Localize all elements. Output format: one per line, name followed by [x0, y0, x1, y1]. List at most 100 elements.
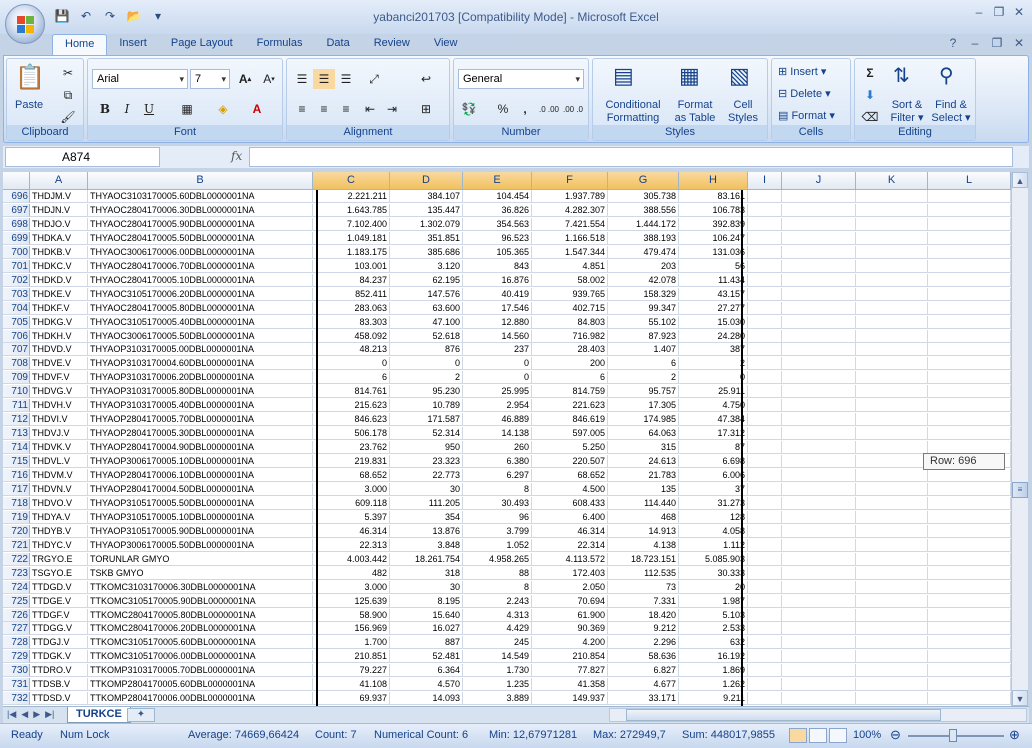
- binoculars-icon[interactable]: ⚲: [939, 63, 954, 88]
- align-bottom-icon[interactable]: ☰: [335, 69, 357, 89]
- cell-a[interactable]: TTDGJ.V: [30, 636, 88, 650]
- cell-a[interactable]: THDKE.V: [30, 287, 88, 301]
- cell-d[interactable]: 52.314: [390, 427, 463, 441]
- cell-g[interactable]: 1.407: [608, 343, 679, 357]
- cell-a[interactable]: THDKC.V: [30, 259, 88, 273]
- row-header[interactable]: 725: [3, 594, 30, 608]
- cell-f[interactable]: 58.002: [532, 273, 608, 287]
- cell-a[interactable]: THDKA.V: [30, 231, 88, 245]
- cell-b[interactable]: TTKOMC3105170005.90DBL0000001NA: [88, 594, 313, 608]
- tab-view[interactable]: View: [422, 34, 470, 56]
- cell-i[interactable]: [748, 217, 782, 231]
- cell-g[interactable]: 95.757: [608, 385, 679, 399]
- cell-e[interactable]: 14.549: [463, 650, 532, 664]
- cell-a[interactable]: TTDRO.V: [30, 664, 88, 678]
- cell-f[interactable]: 41.358: [532, 678, 608, 692]
- fill-icon[interactable]: ⬇: [859, 85, 881, 105]
- cell-l[interactable]: [928, 566, 1011, 580]
- cell-e[interactable]: 12.880: [463, 315, 532, 329]
- cell-k[interactable]: [856, 650, 928, 664]
- row-header[interactable]: 706: [3, 329, 30, 343]
- paste-icon[interactable]: 📋: [15, 63, 45, 95]
- cell-i[interactable]: [748, 399, 782, 413]
- format-as-table-icon[interactable]: ▦: [679, 63, 709, 91]
- cell-f[interactable]: 4.282.307: [532, 203, 608, 217]
- cell-b[interactable]: THYAOP2804170005.30DBL0000001NA: [88, 427, 313, 441]
- cell-e[interactable]: 260: [463, 441, 532, 455]
- column-header-f[interactable]: F: [532, 172, 608, 190]
- cell-a[interactable]: THDYA.V: [30, 510, 88, 524]
- cell-h[interactable]: 24.280: [679, 329, 748, 343]
- cell-g[interactable]: 315: [608, 441, 679, 455]
- cell-a[interactable]: THDKF.V: [30, 301, 88, 315]
- cell-g[interactable]: 4.677: [608, 678, 679, 692]
- cell-c[interactable]: 83.303: [313, 315, 390, 329]
- close-button[interactable]: ✕: [1012, 5, 1026, 19]
- cell-a[interactable]: THDVG.V: [30, 385, 88, 399]
- cell-k[interactable]: [856, 427, 928, 441]
- cell-g[interactable]: 2.296: [608, 636, 679, 650]
- vertical-scrollbar[interactable]: ▲ ≡ ▼: [1011, 172, 1028, 706]
- insert-sheet-icon[interactable]: ✦: [127, 708, 155, 722]
- row-header[interactable]: 697: [3, 203, 30, 217]
- cell-f[interactable]: 4.200: [532, 636, 608, 650]
- cell-f[interactable]: 2.050: [532, 580, 608, 594]
- cell-i[interactable]: [748, 371, 782, 385]
- cell-c[interactable]: 46.314: [313, 524, 390, 538]
- sheet-tab-turkce[interactable]: TURKCE: [67, 707, 131, 723]
- format-painter-icon[interactable]: 🖌: [57, 107, 79, 127]
- cell-l[interactable]: [928, 203, 1011, 217]
- cell-j[interactable]: [782, 566, 856, 580]
- minimize-button[interactable]: –: [972, 5, 986, 19]
- cell-e[interactable]: 0: [463, 371, 532, 385]
- cell-b[interactable]: TTKOMC3105170005.60DBL0000001NA: [88, 636, 313, 650]
- cell-j[interactable]: [782, 650, 856, 664]
- cell-b[interactable]: THYAOP3103170004.60DBL0000001NA: [88, 357, 313, 371]
- cell-g[interactable]: 64.063: [608, 427, 679, 441]
- cell-b[interactable]: TTKOMP2804170006.00DBL0000001NA: [88, 692, 313, 706]
- cell-l[interactable]: [928, 496, 1011, 510]
- row-header[interactable]: 720: [3, 524, 30, 538]
- cell-c[interactable]: 125.639: [313, 594, 390, 608]
- row-header[interactable]: 698: [3, 217, 30, 231]
- cell-e[interactable]: 3.799: [463, 524, 532, 538]
- cell-c[interactable]: 210.851: [313, 650, 390, 664]
- cell-l[interactable]: [928, 622, 1011, 636]
- cell-h[interactable]: 37: [679, 482, 748, 496]
- cell-i[interactable]: [748, 259, 782, 273]
- cell-g[interactable]: 112.535: [608, 566, 679, 580]
- cell-i[interactable]: [748, 203, 782, 217]
- cell-k[interactable]: [856, 455, 928, 469]
- cell-d[interactable]: 22.773: [390, 469, 463, 482]
- cell-h[interactable]: 87: [679, 441, 748, 455]
- cell-f[interactable]: 90.369: [532, 622, 608, 636]
- cell-b[interactable]: THYAOP3105170005.50DBL0000001NA: [88, 496, 313, 510]
- currency-icon[interactable]: 💱: [458, 99, 480, 119]
- cell-d[interactable]: 52.481: [390, 650, 463, 664]
- cell-k[interactable]: [856, 636, 928, 650]
- cell-g[interactable]: 388.556: [608, 203, 679, 217]
- cell-k[interactable]: [856, 664, 928, 678]
- cell-c[interactable]: 48.213: [313, 343, 390, 357]
- row-header[interactable]: 702: [3, 273, 30, 287]
- cell-j[interactable]: [782, 469, 856, 482]
- cell-a[interactable]: THDVI.V: [30, 413, 88, 427]
- cell-i[interactable]: [748, 552, 782, 566]
- cell-i[interactable]: [748, 594, 782, 608]
- cell-b[interactable]: THYAOP2804170004.90DBL0000001NA: [88, 441, 313, 455]
- cell-b[interactable]: THYAOC2804170006.70DBL0000001NA: [88, 259, 313, 273]
- cell-f[interactable]: 4.113.572: [532, 552, 608, 566]
- cell-d[interactable]: 1.302.079: [390, 217, 463, 231]
- cell-l[interactable]: [928, 217, 1011, 231]
- cell-f[interactable]: 46.314: [532, 524, 608, 538]
- cell-i[interactable]: [748, 580, 782, 594]
- cell-b[interactable]: THYAOP3103170006.20DBL0000001NA: [88, 371, 313, 385]
- sort-filter-icon[interactable]: ⇅: [893, 63, 910, 88]
- cell-c[interactable]: 0: [313, 357, 390, 371]
- cell-k[interactable]: [856, 441, 928, 455]
- cell-f[interactable]: 846.619: [532, 413, 608, 427]
- cell-l[interactable]: [928, 287, 1011, 301]
- cell-b[interactable]: TTKOMC3103170006.30DBL0000001NA: [88, 580, 313, 594]
- cell-a[interactable]: THDKB.V: [30, 245, 88, 259]
- cell-c[interactable]: 4.003.442: [313, 552, 390, 566]
